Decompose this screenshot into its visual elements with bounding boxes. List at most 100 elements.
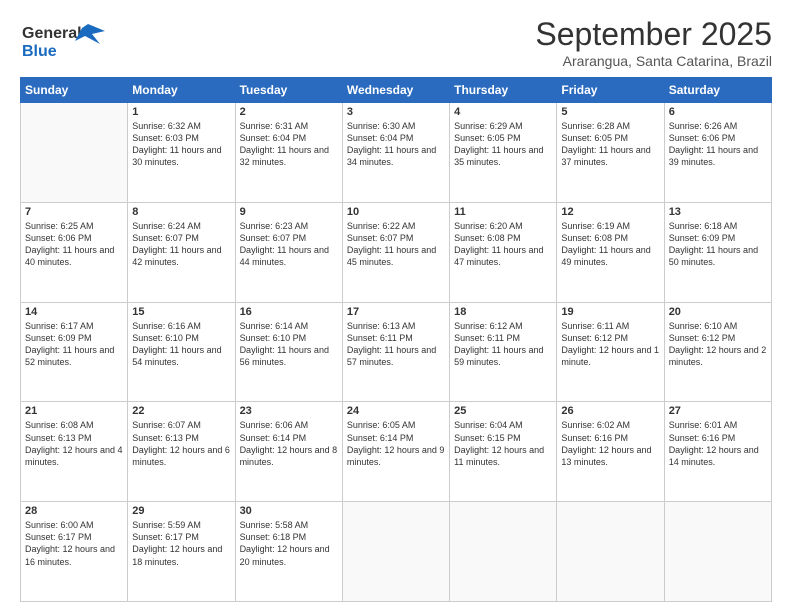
table-row: 15 Sunrise: 6:16 AMSunset: 6:10 PMDayligh… (128, 302, 235, 402)
calendar-table: Sunday Monday Tuesday Wednesday Thursday… (20, 77, 772, 602)
day-number: 11 (454, 206, 552, 218)
day-number: 13 (669, 206, 767, 218)
table-row: 18 Sunrise: 6:12 AMSunset: 6:11 PMDayligh… (450, 302, 557, 402)
day-info: Sunrise: 6:32 AMSunset: 6:03 PMDaylight:… (132, 120, 230, 169)
table-row: 9 Sunrise: 6:23 AMSunset: 6:07 PMDaylight… (235, 202, 342, 302)
table-row: 12 Sunrise: 6:19 AMSunset: 6:08 PMDayligh… (557, 202, 664, 302)
day-number: 27 (669, 405, 767, 417)
svg-text:Blue: Blue (22, 43, 57, 60)
day-number: 29 (132, 505, 230, 517)
calendar-header-row: Sunday Monday Tuesday Wednesday Thursday… (21, 78, 772, 103)
day-number: 23 (240, 405, 338, 417)
day-info: Sunrise: 6:02 AMSunset: 6:16 PMDaylight:… (561, 419, 659, 468)
day-number: 18 (454, 306, 552, 318)
header-thursday: Thursday (450, 78, 557, 103)
day-number: 7 (25, 206, 123, 218)
table-row: 10 Sunrise: 6:22 AMSunset: 6:07 PMDayligh… (342, 202, 449, 302)
table-row: 13 Sunrise: 6:18 AMSunset: 6:09 PMDayligh… (664, 202, 771, 302)
day-number: 6 (669, 106, 767, 118)
calendar-week-1: 7 Sunrise: 6:25 AMSunset: 6:06 PMDaylight… (21, 202, 772, 302)
table-row: 21 Sunrise: 6:08 AMSunset: 6:13 PMDayligh… (21, 402, 128, 502)
day-info: Sunrise: 6:13 AMSunset: 6:11 PMDaylight:… (347, 320, 445, 369)
table-row: 7 Sunrise: 6:25 AMSunset: 6:06 PMDaylight… (21, 202, 128, 302)
table-row: 2 Sunrise: 6:31 AMSunset: 6:04 PMDaylight… (235, 103, 342, 203)
table-row: 16 Sunrise: 6:14 AMSunset: 6:10 PMDayligh… (235, 302, 342, 402)
day-number: 9 (240, 206, 338, 218)
day-info: Sunrise: 5:58 AMSunset: 6:18 PMDaylight:… (240, 519, 338, 568)
day-number: 4 (454, 106, 552, 118)
day-info: Sunrise: 6:12 AMSunset: 6:11 PMDaylight:… (454, 320, 552, 369)
day-number: 22 (132, 405, 230, 417)
header-tuesday: Tuesday (235, 78, 342, 103)
day-info: Sunrise: 6:17 AMSunset: 6:09 PMDaylight:… (25, 320, 123, 369)
logo: General Blue (20, 16, 110, 66)
header-monday: Monday (128, 78, 235, 103)
table-row: 20Sunrise: 6:10 AMSunset: 6:12 PMDayligh… (664, 302, 771, 402)
day-number: 17 (347, 306, 445, 318)
day-number: 21 (25, 405, 123, 417)
day-info: Sunrise: 6:07 AMSunset: 6:13 PMDaylight:… (132, 419, 230, 468)
day-info: Sunrise: 6:00 AMSunset: 6:17 PMDaylight:… (25, 519, 123, 568)
day-info: Sunrise: 6:06 AMSunset: 6:14 PMDaylight:… (240, 419, 338, 468)
table-row: 22 Sunrise: 6:07 AMSunset: 6:13 PMDayligh… (128, 402, 235, 502)
day-info: Sunrise: 6:31 AMSunset: 6:04 PMDaylight:… (240, 120, 338, 169)
calendar-week-4: 28 Sunrise: 6:00 AMSunset: 6:17 PMDayligh… (21, 502, 772, 602)
table-row: 3 Sunrise: 6:30 AMSunset: 6:04 PMDaylight… (342, 103, 449, 203)
day-number: 3 (347, 106, 445, 118)
calendar-week-0: 1 Sunrise: 6:32 AMSunset: 6:03 PMDaylight… (21, 103, 772, 203)
day-number: 12 (561, 206, 659, 218)
day-info: Sunrise: 6:20 AMSunset: 6:08 PMDaylight:… (454, 220, 552, 269)
table-row: 27Sunrise: 6:01 AMSunset: 6:16 PMDayligh… (664, 402, 771, 502)
table-row (450, 502, 557, 602)
day-info: Sunrise: 6:16 AMSunset: 6:10 PMDaylight:… (132, 320, 230, 369)
day-info: Sunrise: 6:10 AMSunset: 6:12 PMDaylight:… (669, 320, 767, 369)
table-row: 5 Sunrise: 6:28 AMSunset: 6:05 PMDaylight… (557, 103, 664, 203)
day-info: Sunrise: 6:28 AMSunset: 6:05 PMDaylight:… (561, 120, 659, 169)
day-info: Sunrise: 6:24 AMSunset: 6:07 PMDaylight:… (132, 220, 230, 269)
day-number: 5 (561, 106, 659, 118)
day-info: Sunrise: 6:04 AMSunset: 6:15 PMDaylight:… (454, 419, 552, 468)
day-info: Sunrise: 6:22 AMSunset: 6:07 PMDaylight:… (347, 220, 445, 269)
day-number: 28 (25, 505, 123, 517)
month-title: September 2025 (535, 16, 772, 53)
calendar-week-3: 21 Sunrise: 6:08 AMSunset: 6:13 PMDayligh… (21, 402, 772, 502)
table-row: 1 Sunrise: 6:32 AMSunset: 6:03 PMDaylight… (128, 103, 235, 203)
title-section: September 2025 Ararangua, Santa Catarina… (535, 16, 772, 69)
table-row (342, 502, 449, 602)
day-info: Sunrise: 6:11 AMSunset: 6:12 PMDaylight:… (561, 320, 659, 369)
day-info: Sunrise: 6:30 AMSunset: 6:04 PMDaylight:… (347, 120, 445, 169)
day-number: 16 (240, 306, 338, 318)
day-number: 10 (347, 206, 445, 218)
day-number: 26 (561, 405, 659, 417)
day-number: 19 (561, 306, 659, 318)
day-info: Sunrise: 6:19 AMSunset: 6:08 PMDaylight:… (561, 220, 659, 269)
day-info: Sunrise: 6:25 AMSunset: 6:06 PMDaylight:… (25, 220, 123, 269)
table-row: 17 Sunrise: 6:13 AMSunset: 6:11 PMDayligh… (342, 302, 449, 402)
day-number: 2 (240, 106, 338, 118)
header-saturday: Saturday (664, 78, 771, 103)
day-number: 30 (240, 505, 338, 517)
day-info: Sunrise: 6:23 AMSunset: 6:07 PMDaylight:… (240, 220, 338, 269)
day-info: Sunrise: 6:14 AMSunset: 6:10 PMDaylight:… (240, 320, 338, 369)
table-row: 25 Sunrise: 6:04 AMSunset: 6:15 PMDayligh… (450, 402, 557, 502)
day-number: 25 (454, 405, 552, 417)
table-row: 14Sunrise: 6:17 AMSunset: 6:09 PMDayligh… (21, 302, 128, 402)
table-row: 4 Sunrise: 6:29 AMSunset: 6:05 PMDaylight… (450, 103, 557, 203)
day-number: 15 (132, 306, 230, 318)
day-info: Sunrise: 6:18 AMSunset: 6:09 PMDaylight:… (669, 220, 767, 269)
location: Ararangua, Santa Catarina, Brazil (535, 53, 772, 69)
day-number: 8 (132, 206, 230, 218)
header-wednesday: Wednesday (342, 78, 449, 103)
table-row: 8 Sunrise: 6:24 AMSunset: 6:07 PMDaylight… (128, 202, 235, 302)
header-sunday: Sunday (21, 78, 128, 103)
calendar-week-2: 14Sunrise: 6:17 AMSunset: 6:09 PMDayligh… (21, 302, 772, 402)
day-number: 1 (132, 106, 230, 118)
day-info: Sunrise: 6:08 AMSunset: 6:13 PMDaylight:… (25, 419, 123, 468)
table-row: 26 Sunrise: 6:02 AMSunset: 6:16 PMDayligh… (557, 402, 664, 502)
svg-text:General: General (22, 25, 82, 42)
table-row (21, 103, 128, 203)
day-info: Sunrise: 6:29 AMSunset: 6:05 PMDaylight:… (454, 120, 552, 169)
table-row: 6Sunrise: 6:26 AMSunset: 6:06 PMDaylight… (664, 103, 771, 203)
table-row: 24Sunrise: 6:05 AMSunset: 6:14 PMDayligh… (342, 402, 449, 502)
header-friday: Friday (557, 78, 664, 103)
